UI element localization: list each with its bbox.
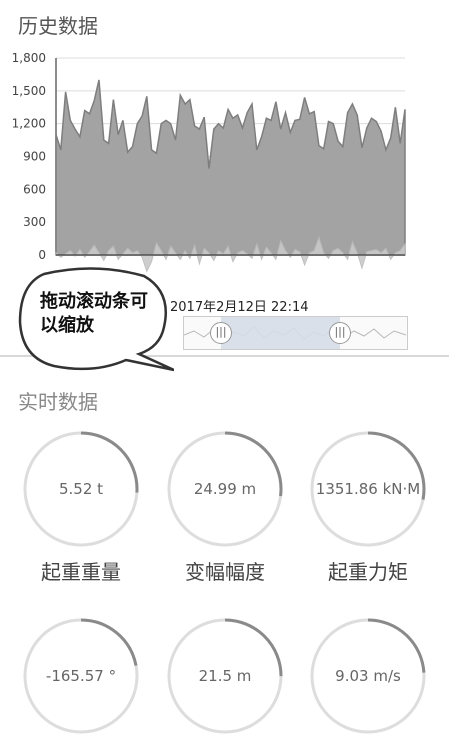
gauge-value: 21.5 m	[198, 667, 252, 685]
realtime-title: 实时数据	[18, 390, 98, 414]
gauge-label: 起重力矩	[328, 560, 408, 584]
gauge: 24.99 m	[166, 430, 284, 548]
gauge: 1351.86 kN·M	[309, 430, 427, 548]
gauge-value: 24.99 m	[193, 480, 257, 498]
slider-left-handle[interactable]: |||	[210, 322, 232, 344]
y-tick-label: 1,800	[12, 51, 46, 65]
gauge-value: 1351.86 kN·M	[315, 480, 421, 498]
gauge-value: -165.57 °	[45, 667, 117, 685]
gauge-label: 变幅幅度	[185, 560, 265, 584]
series-1-area	[55, 79, 406, 256]
tooltip-text: 拖动滚动条可以缩放	[40, 291, 148, 336]
slider-timestamp: 2017年2月12日 22:14	[170, 300, 309, 315]
y-tick-label: 1,200	[12, 117, 46, 131]
gauge: 21.5 m	[166, 617, 284, 735]
zoom-slider-window[interactable]	[221, 317, 340, 349]
y-tick-label: 1,500	[12, 84, 46, 98]
gauge: -165.57 °	[22, 617, 140, 735]
gauge-value: 9.03 m/s	[335, 667, 401, 685]
slider-right-handle[interactable]: |||	[329, 322, 351, 344]
y-tick-label: 900	[23, 150, 46, 164]
gauge: 5.52 t	[22, 430, 140, 548]
y-tick-label: 300	[23, 215, 46, 229]
gauge-value: 5.52 t	[58, 480, 104, 498]
y-tick-label: 0	[38, 248, 46, 262]
tooltip-bubble: 拖动滚动条可以缩放	[14, 262, 175, 392]
gauge-label: 起重重量	[41, 560, 121, 584]
history-title: 历史数据	[18, 14, 98, 38]
history-chart[interactable]: 0 300 600 900 1,200 1,500 1,800	[0, 40, 449, 280]
y-tick-label: 600	[23, 182, 46, 196]
gauge: 9.03 m/s	[309, 617, 427, 735]
